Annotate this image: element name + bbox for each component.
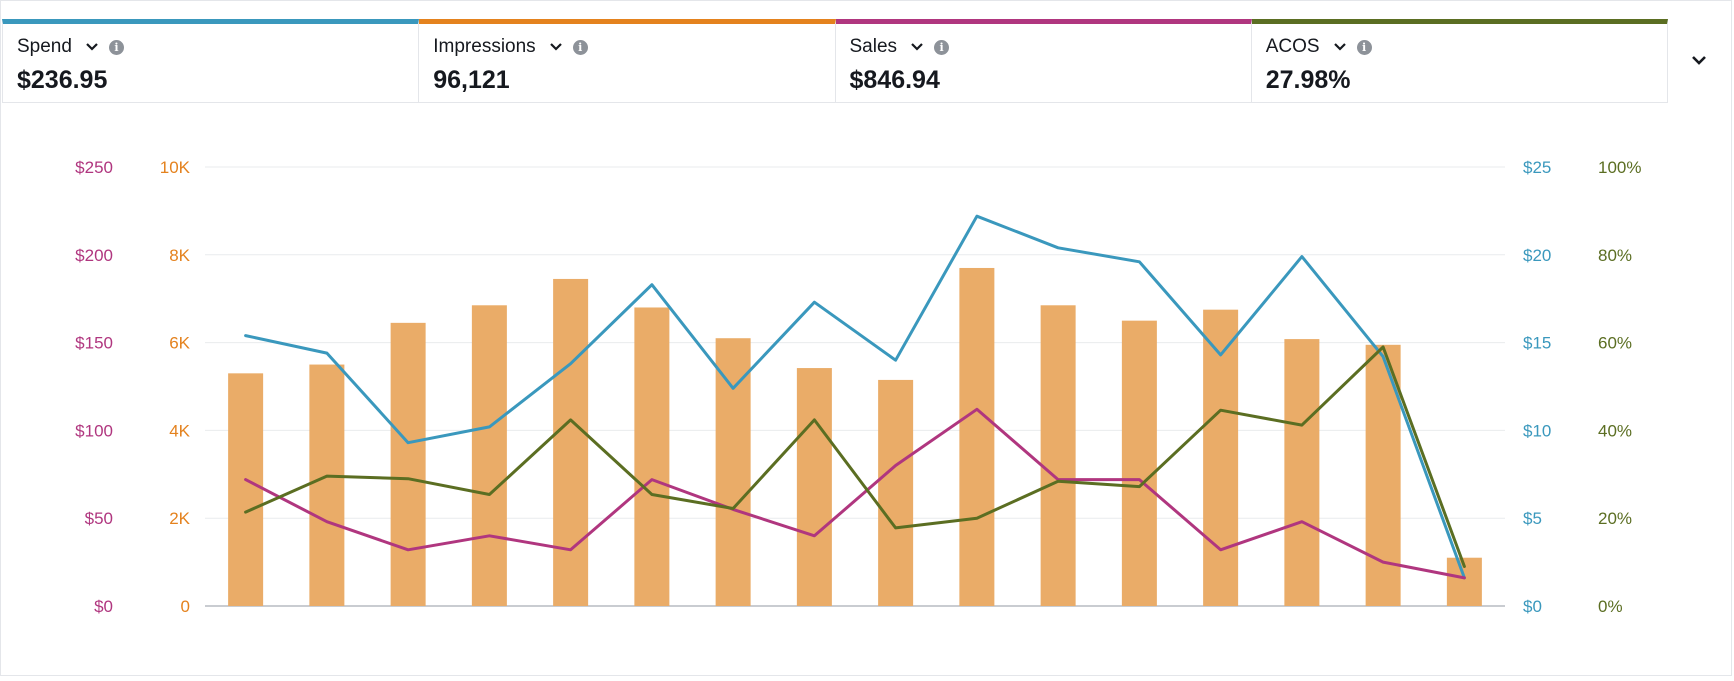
sales-axis-tick-label: $250 <box>75 158 113 177</box>
sales-axis-tick-label: $50 <box>85 509 113 528</box>
sales-axis-tick-label: $200 <box>75 246 113 265</box>
sales-axis-tick-label: $0 <box>94 597 113 616</box>
impressions-bar <box>1284 339 1320 606</box>
impressions-axis-tick-label: 4K <box>169 421 190 440</box>
acos-axis-tick-label: 40% <box>1598 421 1632 440</box>
sales-axis-tick-label: $150 <box>75 334 113 353</box>
impressions-axis-tick-label: 0 <box>181 597 190 616</box>
impressions-bar <box>471 305 507 606</box>
impressions-bar <box>715 338 751 606</box>
spend-series-line <box>244 214 1466 580</box>
impressions-axis-tick-label: 10K <box>160 158 191 177</box>
sales-series-line <box>244 407 1466 580</box>
impressions-bar <box>309 364 345 606</box>
impressions-bar <box>878 379 914 606</box>
spend-axis-tick-label: $5 <box>1523 509 1542 528</box>
spend-axis-tick-label: $25 <box>1523 158 1551 177</box>
impressions-axis-tick-label: 6K <box>169 334 190 353</box>
acos-axis-tick-label: 0% <box>1598 597 1623 616</box>
spend-axis-tick-label: $0 <box>1523 597 1542 616</box>
acos-axis-tick-label: 60% <box>1598 334 1632 353</box>
impressions-bar <box>1121 320 1157 606</box>
impressions-axis-tick-label: 8K <box>169 246 190 265</box>
impressions-bar <box>1040 305 1076 606</box>
impressions-bar <box>796 368 832 606</box>
impressions-bar <box>959 267 995 606</box>
impressions-axis-tick-label: 2K <box>169 509 190 528</box>
acos-series-line <box>244 345 1466 568</box>
impressions-bar <box>553 278 589 606</box>
spend-axis-tick-label: $20 <box>1523 246 1551 265</box>
impressions-bar <box>390 322 426 606</box>
acos-axis-tick-label: 100% <box>1598 158 1641 177</box>
acos-axis-tick-label: 80% <box>1598 246 1632 265</box>
acos-axis-tick-label: 20% <box>1598 509 1632 528</box>
spend-axis-tick-label: $15 <box>1523 334 1551 353</box>
sales-axis-tick-label: $100 <box>75 421 113 440</box>
spend-axis-tick-label: $10 <box>1523 421 1551 440</box>
chart-canvas: $0 $50 $100 $150 $200 $250 0 2K 4K 6K 8K 10K $0 $5 $10… <box>75 158 1641 616</box>
impressions-bar <box>228 373 264 606</box>
impressions-bar <box>634 307 670 606</box>
